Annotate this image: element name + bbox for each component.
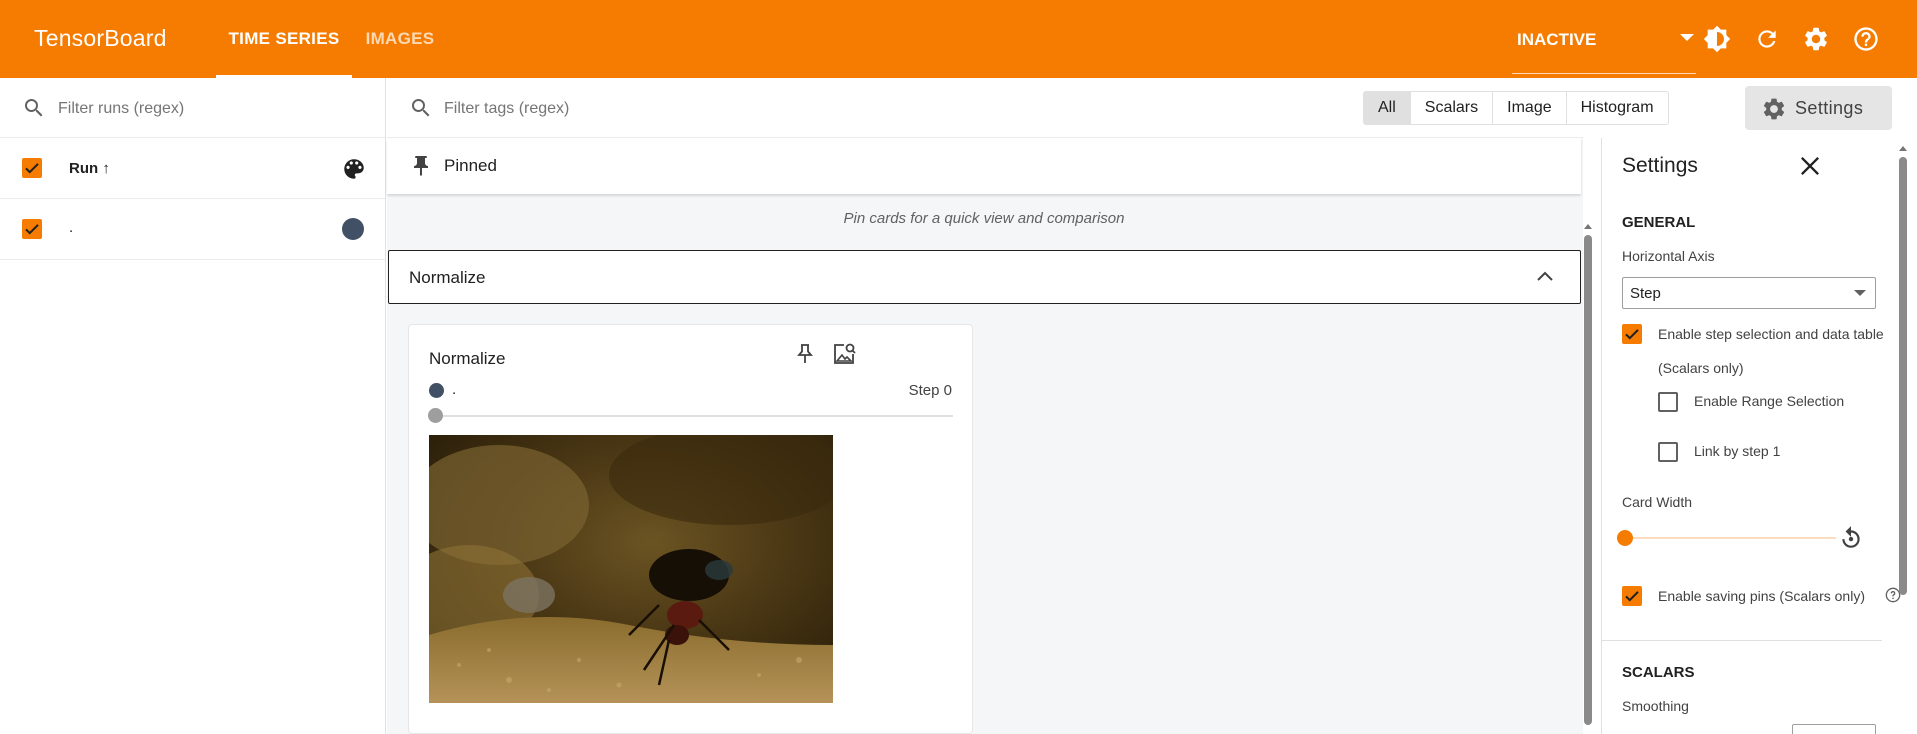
reload-status-value: INACTIVE — [1517, 30, 1597, 49]
image-card: Normalize . Step 0 — [408, 324, 973, 734]
step-slider-track[interactable] — [435, 415, 953, 417]
search-icon — [25, 99, 43, 117]
tab-time-series[interactable]: TIME SERIES — [216, 0, 352, 78]
card-run-name: . — [452, 381, 457, 398]
runs-filter-placeholder: Filter runs (regex) — [58, 100, 185, 117]
horizontal-axis-value: Step — [1630, 285, 1661, 302]
runs-panel: Filter runs (regex) Run ↑ . — [0, 78, 386, 734]
reload-status-select[interactable]: INACTIVE — [1512, 18, 1696, 74]
settings-panel: Settings GENERAL Horizontal Axis Step En… — [1601, 138, 1903, 734]
run-name: . — [69, 219, 74, 236]
card-title: Normalize — [429, 349, 506, 368]
run-color-dot — [429, 383, 444, 398]
runs-filter[interactable]: Filter runs (regex) — [0, 78, 385, 138]
gear-icon[interactable] — [1801, 24, 1831, 54]
saving-pins-checkbox[interactable] — [1622, 586, 1642, 606]
tensorboard-app: TensorBoard TIME SERIES IMAGES INACTIVE … — [0, 0, 1917, 734]
pinned-empty-message: Pin cards for a quick view and compariso… — [843, 210, 1125, 227]
pinned-section-header: Pinned — [387, 138, 1581, 194]
link-by-step-checkbox[interactable] — [1658, 442, 1678, 462]
select-all-runs-checkbox[interactable] — [22, 158, 42, 178]
step-selection-checkbox[interactable] — [1622, 324, 1642, 344]
palette-icon[interactable] — [341, 156, 367, 182]
settings-button[interactable]: Settings — [1745, 86, 1892, 130]
tag-filter-bar: Filter tags (regex) All Scalars Image Hi… — [387, 78, 1669, 138]
smoothing-label: Smoothing — [1622, 698, 1689, 714]
filter-histogram-button[interactable]: Histogram — [1567, 92, 1668, 124]
scalars-heading: SCALARS — [1622, 664, 1695, 681]
refresh-icon[interactable] — [1752, 24, 1782, 54]
main-content: Filter tags (regex) All Scalars Image Hi… — [387, 78, 1669, 734]
range-selection-checkbox[interactable] — [1658, 392, 1678, 412]
tab-images[interactable]: IMAGES — [360, 0, 440, 78]
brand-title: TensorBoard — [34, 25, 167, 51]
run-column-header[interactable]: Run ↑ — [69, 160, 110, 177]
settings-button-label: Settings — [1795, 98, 1864, 118]
fullscreen-image-icon[interactable] — [830, 340, 858, 368]
chevron-down-icon — [1680, 34, 1694, 41]
card-type-toggle: All Scalars Image Histogram — [1363, 91, 1669, 125]
tag-filter-input[interactable]: Filter tags (regex) — [444, 100, 569, 118]
group-title: Normalize — [409, 268, 486, 287]
theme-contrast-icon[interactable] — [1702, 24, 1732, 54]
run-color-swatch[interactable] — [342, 218, 364, 240]
close-icon[interactable] — [1796, 152, 1824, 180]
settings-title: Settings — [1622, 154, 1698, 177]
settings-scrollbar[interactable] — [1898, 145, 1908, 597]
chevron-down-icon — [1854, 290, 1866, 296]
help-icon[interactable] — [1851, 24, 1881, 54]
card-width-slider-track[interactable] — [1628, 537, 1836, 539]
main-scrollbar[interactable] — [1583, 223, 1593, 731]
horizontal-axis-select[interactable]: Step — [1622, 277, 1876, 309]
gear-icon — [1763, 98, 1785, 120]
pin-icon — [414, 156, 428, 176]
chevron-up-icon — [1537, 271, 1553, 281]
general-heading: GENERAL — [1622, 214, 1696, 231]
pinned-title: Pinned — [444, 156, 497, 175]
step-label: Step 0 — [908, 382, 952, 399]
top-bar: TensorBoard TIME SERIES IMAGES INACTIVE — [0, 0, 1917, 78]
filter-scalars-button[interactable]: Scalars — [1411, 92, 1494, 124]
run-checkbox[interactable] — [22, 219, 42, 239]
step-slider-thumb[interactable] — [428, 408, 443, 423]
runs-header-row: Run ↑ — [0, 138, 385, 199]
card-width-label: Card Width — [1622, 494, 1693, 510]
card-width-slider-thumb[interactable] — [1617, 530, 1633, 546]
filter-image-button[interactable]: Image — [1493, 92, 1567, 124]
range-selection-label: Enable Range Selection — [1694, 393, 1845, 409]
horizontal-axis-label: Horizontal Axis — [1622, 248, 1715, 264]
scalars-only-note: (Scalars only) — [1658, 360, 1744, 376]
group-header-normalize[interactable]: Normalize — [388, 250, 1581, 304]
reset-icon[interactable] — [1838, 525, 1864, 551]
run-row[interactable]: . — [0, 199, 385, 260]
settings-divider — [1602, 640, 1882, 641]
ant-image — [429, 435, 833, 703]
pin-card-icon[interactable] — [791, 340, 819, 368]
filter-all-button[interactable]: All — [1364, 92, 1411, 124]
saving-pins-label: Enable saving pins (Scalars only) — [1658, 588, 1865, 604]
smoothing-input[interactable] — [1792, 724, 1876, 734]
search-icon — [412, 99, 430, 117]
step-selection-label: Enable step selection and data table — [1658, 326, 1884, 342]
link-by-step-label: Link by step 1 — [1694, 443, 1781, 459]
